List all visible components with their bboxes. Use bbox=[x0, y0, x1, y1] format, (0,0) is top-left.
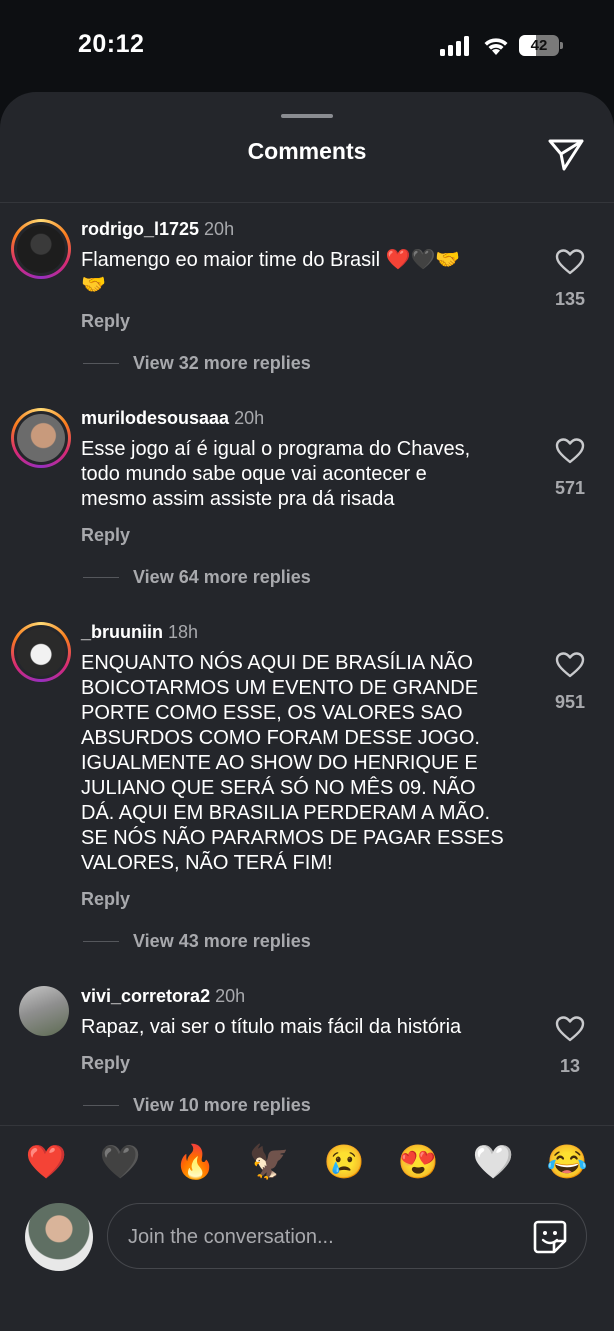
avatar[interactable] bbox=[11, 219, 71, 279]
sticker-face-icon[interactable] bbox=[532, 1219, 568, 1255]
comment-text: Rapaz, vai ser o título mais fácil da hi… bbox=[81, 1016, 462, 1038]
comment-username[interactable]: rodrigo_l1725 20h bbox=[81, 219, 234, 240]
comment-time: 20h bbox=[204, 219, 235, 239]
heart-outline-icon[interactable] bbox=[555, 437, 585, 465]
avatar[interactable] bbox=[11, 408, 71, 468]
comment-time: 20h bbox=[234, 408, 265, 428]
reaction-black-heart[interactable]: 🖤 bbox=[96, 1140, 144, 1184]
heart-outline-icon[interactable] bbox=[555, 248, 585, 276]
view-more-replies[interactable]: View 32 more replies bbox=[133, 353, 311, 374]
replies-line bbox=[83, 941, 119, 942]
avatar[interactable] bbox=[19, 986, 69, 1036]
reaction-crying[interactable]: 😢 bbox=[320, 1140, 368, 1184]
comment-username[interactable]: murilodesousaaa 20h bbox=[81, 408, 264, 429]
comment-username[interactable]: vivi_corretora2 20h bbox=[81, 986, 245, 1007]
reply-button[interactable]: Reply bbox=[81, 311, 130, 332]
comment-text: Esse jogo aí é igual o programa do Chave… bbox=[81, 438, 471, 510]
comment-text: Flamengo eo maior time do Brasil ❤️🖤🤝 🤝 bbox=[81, 249, 461, 296]
comment-time: 20h bbox=[215, 986, 246, 1006]
comment-text: ENQUANTO NÓS AQUI DE BRASÍLIA NÃO BOICOT… bbox=[81, 652, 504, 874]
paper-plane-icon[interactable] bbox=[546, 135, 586, 173]
like-count: 135 bbox=[554, 289, 586, 309]
cellular-signal-icon bbox=[440, 36, 469, 56]
sheet-title: Comments bbox=[247, 138, 367, 164]
like-count: 951 bbox=[554, 692, 586, 712]
comment-username[interactable]: _bruuniin 18h bbox=[81, 622, 198, 643]
status-bar: 20:12 42 bbox=[0, 0, 614, 92]
comment-composer[interactable] bbox=[107, 1203, 587, 1269]
reaction-white-heart[interactable]: 🤍 bbox=[469, 1140, 517, 1184]
view-more-replies[interactable]: View 43 more replies bbox=[133, 931, 311, 952]
header-divider bbox=[0, 202, 614, 203]
wifi-icon bbox=[484, 38, 508, 55]
reply-button[interactable]: Reply bbox=[81, 1053, 130, 1074]
sheet-grabber[interactable] bbox=[281, 114, 333, 118]
reply-button[interactable]: Reply bbox=[81, 889, 130, 910]
heart-outline-icon[interactable] bbox=[555, 1015, 585, 1043]
reaction-fire[interactable]: 🔥 bbox=[171, 1140, 219, 1184]
replies-line bbox=[83, 577, 119, 578]
reaction-laughing[interactable]: 😂 bbox=[543, 1140, 591, 1184]
heart-outline-icon[interactable] bbox=[555, 651, 585, 679]
replies-line bbox=[83, 363, 119, 364]
battery-indicator: 42 bbox=[519, 35, 563, 57]
avatar[interactable] bbox=[11, 622, 71, 682]
reaction-divider bbox=[0, 1125, 614, 1126]
reply-button[interactable]: Reply bbox=[81, 525, 130, 546]
like-count: 571 bbox=[554, 478, 586, 498]
composer-avatar bbox=[25, 1203, 93, 1271]
reaction-red-heart[interactable]: ❤️ bbox=[22, 1140, 70, 1184]
view-more-replies[interactable]: View 10 more replies bbox=[133, 1095, 311, 1116]
like-count: 13 bbox=[559, 1056, 581, 1076]
comment-input[interactable] bbox=[126, 1216, 520, 1258]
view-more-replies[interactable]: View 64 more replies bbox=[133, 567, 311, 588]
reaction-eagle[interactable]: 🦅 bbox=[245, 1140, 293, 1184]
replies-line bbox=[83, 1105, 119, 1106]
battery-level: 42 bbox=[530, 37, 548, 54]
status-time: 20:12 bbox=[78, 30, 145, 58]
reaction-heart-eyes[interactable]: 😍 bbox=[394, 1140, 442, 1184]
comment-time: 18h bbox=[168, 622, 199, 642]
